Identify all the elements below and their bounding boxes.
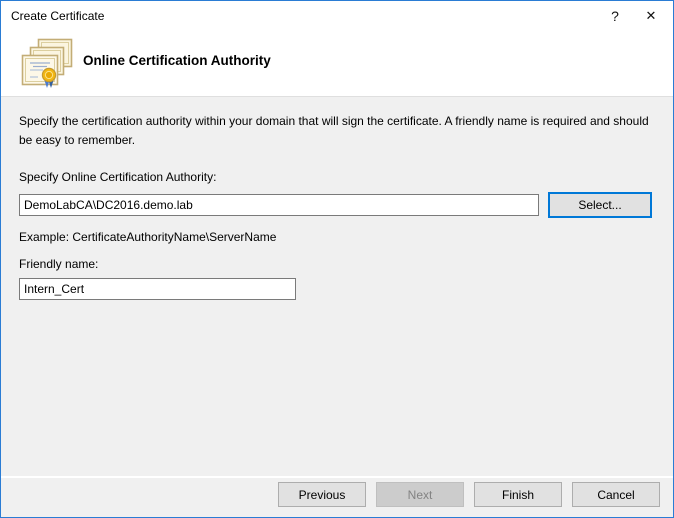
ca-input[interactable] (19, 194, 539, 216)
example-text: Example: CertificateAuthorityName\Server… (19, 230, 655, 244)
page-title: Online Certification Authority (83, 53, 271, 68)
wizard-header: Online Certification Authority (1, 31, 673, 97)
friendly-name-input[interactable] (19, 278, 296, 300)
friendly-name-label: Friendly name: (19, 257, 655, 271)
window-title: Create Certificate (1, 9, 597, 23)
previous-button[interactable]: Previous (278, 482, 366, 507)
ca-input-row: Select... (19, 192, 655, 218)
cancel-button[interactable]: Cancel (572, 482, 660, 507)
next-button: Next (376, 482, 464, 507)
certificates-icon (21, 38, 73, 90)
page-description: Specify the certification authority with… (19, 112, 655, 149)
create-certificate-dialog: Create Certificate ? ✕ (0, 0, 674, 518)
ca-field-label: Specify Online Certification Authority: (19, 170, 655, 184)
close-icon[interactable]: ✕ (633, 1, 669, 31)
title-bar: Create Certificate ? ✕ (1, 1, 673, 31)
select-button[interactable]: Select... (548, 192, 652, 218)
wizard-content: Specify the certification authority with… (1, 97, 673, 476)
wizard-footer: Previous Next Finish Cancel (1, 476, 673, 517)
help-icon[interactable]: ? (597, 1, 633, 31)
finish-button[interactable]: Finish (474, 482, 562, 507)
